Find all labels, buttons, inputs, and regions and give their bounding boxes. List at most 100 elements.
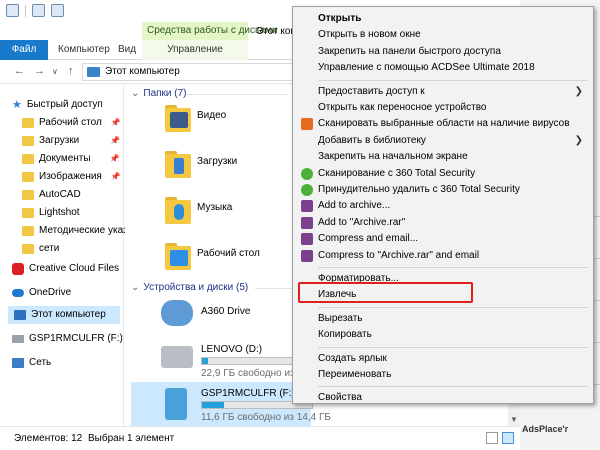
menu-item[interactable]: Add to archive...	[295, 198, 591, 214]
folder-desktop-label: Рабочий стол	[197, 248, 260, 259]
menu-item[interactable]: Compress to "Archive.rar" and email	[295, 248, 591, 264]
menu-item[interactable]: Предоставить доступ к ❯	[295, 84, 591, 100]
menu-item-label: Добавить в библиотеку	[318, 134, 426, 146]
menu-item[interactable]: Закрепить на начальном экране	[295, 149, 591, 165]
device-usb-f[interactable]: GSP1RMCULFR (F:) 11,6 ГБ свободно из 14,…	[131, 382, 331, 430]
menu-item-label: Add to "Archive.rar"	[318, 216, 406, 228]
tab-file[interactable]: Файл	[0, 40, 48, 60]
network-icon	[12, 358, 24, 368]
menu-item[interactable]: Compress and email...	[295, 231, 591, 247]
menu-item[interactable]: Открыть как переносное устройство	[295, 100, 591, 116]
nav-item-images[interactable]: Изображения 📌	[22, 168, 121, 186]
nav-item-label: AutoCAD	[39, 189, 81, 200]
menu-item[interactable]: Открыть в новом окне	[295, 27, 591, 43]
address-path: Этот компьютер	[105, 66, 180, 77]
device-lenovo-d[interactable]: LENOVO (D:) 22,9 ГБ свободно из 24	[131, 338, 313, 386]
nav-item-autocad[interactable]: AutoCAD	[22, 186, 81, 204]
menu-item-label: Закрепить на начальном экране	[318, 151, 468, 163]
360-icon	[301, 167, 313, 180]
forward-arrow-icon[interactable]: →	[34, 65, 45, 77]
menu-item[interactable]: Add to "Archive.rar"	[295, 215, 591, 231]
nav-item-label: Документы	[39, 153, 91, 164]
usb-drive-icon	[12, 335, 24, 343]
nav-item-lightshot[interactable]: Lightshot	[22, 204, 80, 222]
submenu-arrow-icon: ❯	[574, 85, 583, 97]
folder-icon	[22, 154, 34, 164]
nav-this-pc-label: Этот компьютер	[31, 309, 106, 320]
hard-drive-icon	[161, 346, 193, 368]
tab-view[interactable]: Вид	[118, 40, 136, 60]
nav-item-label: Lightshot	[39, 207, 80, 218]
menu-item[interactable]: Копировать	[295, 327, 591, 343]
items-count: Элементов: 12	[14, 433, 83, 444]
nav-creative-cloud-label: Creative Cloud Files	[29, 263, 120, 274]
usb-drive-icon	[165, 388, 187, 420]
folder-music[interactable]	[165, 188, 193, 232]
menu-item[interactable]: Добавить в библиотеку ❯	[295, 133, 591, 149]
menu-separator	[318, 267, 588, 268]
recent-locations-icon[interactable]: ∨	[52, 67, 58, 76]
nav-item-methodical[interactable]: Методические указ	[22, 222, 128, 240]
nav-item-documents[interactable]: Документы 📌	[22, 150, 120, 168]
menu-item[interactable]: Свойства	[295, 390, 591, 406]
nav-usb-drive-label: GSP1RMCULFR (F:)	[29, 333, 123, 344]
nav-quick-access[interactable]: ★ Быстрый доступ	[12, 96, 103, 114]
properties-icon[interactable]	[32, 4, 45, 17]
nav-onedrive[interactable]: OneDrive	[12, 284, 71, 302]
collapse-chevron-icon: ⌄	[131, 88, 140, 99]
large-icons-view-icon[interactable]	[502, 432, 514, 444]
background-window-text: AdsPlace'r	[522, 424, 569, 434]
nav-item-label: Рабочий стол	[39, 117, 102, 128]
folder-desktop[interactable]	[165, 234, 193, 278]
folder-icon	[22, 118, 34, 128]
menu-item[interactable]: Открыть	[295, 11, 591, 27]
menu-item-label: Открыть в новом окне	[318, 29, 421, 41]
desktop-folder-icon	[165, 240, 193, 272]
nav-creative-cloud[interactable]: Creative Cloud Files	[12, 260, 119, 278]
tab-computer[interactable]: Компьютер	[58, 40, 110, 60]
explorer-icon[interactable]	[6, 4, 19, 17]
nav-network[interactable]: Сеть	[12, 354, 51, 372]
nav-quick-access-label: Быстрый доступ	[26, 99, 103, 110]
nav-item-networks-folder[interactable]: сети	[22, 240, 59, 258]
folder-videos[interactable]	[165, 96, 193, 140]
pin-icon: 📌	[110, 172, 121, 181]
tab-manage[interactable]: Управление	[142, 40, 248, 60]
device-a360[interactable]: A360 Drive	[131, 296, 311, 344]
winrar-icon	[301, 233, 313, 246]
menu-item[interactable]: Создать ярлык	[295, 351, 591, 367]
menu-item[interactable]: Закрепить на панели быстрого доступа	[295, 44, 591, 60]
folder-icon	[22, 244, 34, 254]
details-view-icon[interactable]	[486, 432, 498, 444]
menu-item[interactable]: Сканирование с 360 Total Security	[295, 166, 591, 182]
creative-cloud-icon	[12, 263, 24, 275]
up-arrow-icon[interactable]: ↑	[68, 65, 74, 77]
submenu-arrow-icon: ❯	[574, 134, 583, 146]
nav-item-label: Загрузки	[39, 135, 80, 146]
context-menu: Открыть Открыть в новом окне Закрепить на …	[292, 6, 594, 404]
menu-item[interactable]: Переименовать	[295, 367, 591, 383]
menu-item[interactable]: Управление с помощью ACDSee Ultimate 201…	[295, 60, 591, 76]
menu-item[interactable]: Сканировать выбранные области на наличие…	[295, 116, 591, 132]
a360-drive-icon	[161, 300, 193, 326]
back-arrow-icon[interactable]: ←	[14, 65, 25, 77]
nav-item-downloads[interactable]: Загрузки 📌	[22, 132, 120, 150]
video-folder-icon	[165, 102, 193, 134]
scroll-down-arrow-icon[interactable]: ▼	[510, 415, 518, 424]
menu-separator	[318, 386, 588, 388]
menu-item-label: Compress and email...	[318, 233, 419, 245]
menu-item[interactable]: Принудительно удалить с 360 Total Securi…	[295, 182, 591, 198]
device-name: LENOVO (D:)	[201, 344, 263, 355]
devices-group-header[interactable]: ⌄ Устройства и диски (5)	[131, 282, 248, 293]
nav-this-pc[interactable]: Этот компьютер	[8, 306, 120, 324]
menu-item[interactable]: Вырезать	[295, 311, 591, 327]
status-bar: Элементов: 12 Выбран 1 элемент	[0, 426, 520, 450]
folder-music-label: Музыка	[197, 202, 233, 213]
address-field[interactable]: Этот компьютер	[82, 63, 298, 81]
menu-item-label: Открыть	[318, 13, 362, 24]
new-folder-icon[interactable]	[51, 4, 64, 17]
downloads-folder-icon	[165, 148, 193, 180]
nav-item-desktop[interactable]: Рабочий стол 📌	[22, 114, 121, 132]
folder-downloads[interactable]	[165, 142, 193, 186]
nav-usb-drive[interactable]: GSP1RMCULFR (F:)	[12, 330, 123, 348]
